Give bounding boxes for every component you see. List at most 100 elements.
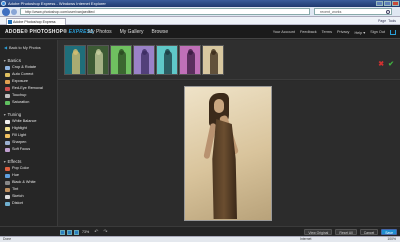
tool-label: Highlight — [12, 126, 27, 130]
tool-icon — [5, 100, 10, 105]
variation-thumbnail[interactable] — [179, 45, 201, 75]
tool-label: Touchup — [12, 93, 27, 97]
tool-item[interactable]: Sharpen — [0, 139, 58, 146]
variation-thumbnail[interactable] — [156, 45, 178, 75]
variation-thumbnail[interactable] — [133, 45, 155, 75]
tool-item[interactable]: Distort — [0, 200, 58, 207]
view-controls: 73% ↶ ↷ — [60, 229, 108, 235]
edited-photo[interactable] — [184, 86, 272, 221]
search-value: recent_works — [320, 10, 342, 14]
search-icon[interactable] — [386, 10, 390, 14]
tool-icon — [5, 119, 10, 124]
zoom-slider-icon[interactable] — [74, 229, 79, 235]
reject-icon[interactable]: ✖ — [378, 60, 384, 68]
tool-item[interactable]: Pop Color — [0, 165, 58, 172]
redo-icon[interactable]: ↷ — [103, 229, 107, 235]
thumbnail-subject — [164, 51, 172, 74]
section-header[interactable]: ▼Basics — [0, 57, 58, 64]
tool-label: Red-Eye Removal — [12, 86, 43, 90]
tool-item[interactable]: Crop & Rotate — [0, 64, 58, 71]
tool-item[interactable]: Fill Light — [0, 132, 58, 139]
sidebar-section-basics: ▼Basics Crop & Rotate Auto Correct Exposure… — [0, 57, 58, 106]
tool-item[interactable]: Hue — [0, 172, 58, 179]
help-menu[interactable]: Help ▾ — [354, 30, 365, 35]
tool-icon — [5, 79, 10, 84]
nav-my-photos[interactable]: My Photos — [88, 29, 112, 35]
tool-item[interactable]: Black & White — [0, 179, 58, 186]
tool-label: Saturation — [12, 100, 30, 104]
section-header[interactable]: ▼Effects — [0, 158, 58, 165]
variation-thumbnail[interactable] — [110, 45, 132, 75]
variation-thumbnail[interactable] — [87, 45, 109, 75]
app-header: ADOBE® PHOTOSHOP® EXPRESS My Photos My G… — [0, 25, 400, 39]
privacy-link[interactable]: Privacy — [337, 30, 349, 34]
terms-link[interactable]: Terms — [322, 30, 332, 34]
tool-label: Distort — [12, 201, 23, 205]
tool-item[interactable]: Sketch — [0, 193, 58, 200]
action-buttons: View Original Reset All Cancel Save — [304, 228, 397, 235]
ie-logo-icon — [1, 1, 6, 6]
tools-menu[interactable]: Tools — [388, 18, 396, 24]
variation-thumbnail[interactable] — [202, 45, 224, 75]
cart-icon[interactable] — [390, 29, 396, 35]
cancel-button[interactable]: Cancel — [359, 228, 379, 235]
tool-icon — [5, 86, 10, 91]
address-bar[interactable]: http://www.photoshop.com/user/vanjaedite… — [20, 8, 310, 15]
tools-sidebar: ◀ Back to My Photos ▼Basics Crop & Rotate… — [0, 40, 58, 230]
tool-item[interactable]: Red-Eye Removal — [0, 85, 58, 92]
tool-item[interactable]: White Balance — [0, 118, 58, 125]
tool-label: Hue — [12, 173, 19, 177]
thumbnail-subject — [72, 51, 80, 74]
tool-label: Crop & Rotate — [12, 65, 37, 69]
tool-item[interactable]: Highlight — [0, 125, 58, 132]
save-button[interactable]: Save — [381, 228, 397, 235]
tool-item[interactable]: Auto Correct — [0, 71, 58, 78]
account-nav: Your Account Feedback Terms Privacy Help… — [273, 29, 396, 35]
page-menu[interactable]: Page — [378, 18, 386, 24]
nav-my-gallery[interactable]: My Gallery — [120, 29, 144, 35]
tool-item[interactable]: Touchup — [0, 92, 58, 99]
tool-label: White Balance — [12, 119, 37, 123]
forward-button[interactable] — [11, 9, 17, 15]
thumbnail-subject — [95, 51, 103, 74]
accept-reject-controls: ✖ ✔ — [378, 60, 394, 68]
security-zone: Internet — [300, 237, 312, 241]
reset-all-button[interactable]: Reset All — [335, 228, 357, 235]
tool-icon — [5, 180, 10, 185]
bottom-toolbar: 73% ↶ ↷ View Original Reset All Cancel S… — [0, 226, 400, 236]
page-zoom[interactable]: 100% — [387, 237, 396, 242]
your-account-link[interactable]: Your Account — [273, 30, 295, 34]
fit-view-icon[interactable] — [60, 229, 65, 235]
section-header[interactable]: ▼Tuning — [0, 111, 58, 118]
undo-icon[interactable]: ↶ — [94, 229, 98, 235]
variation-thumbnail[interactable] — [64, 45, 86, 75]
minimize-button[interactable] — [376, 1, 383, 6]
search-input[interactable]: recent_works — [314, 8, 392, 15]
nav-browse[interactable]: Browse — [152, 29, 169, 35]
tool-label: Tint — [12, 187, 19, 191]
maximize-button[interactable] — [384, 1, 391, 6]
browser-tab-label: Adobe Photoshop Express — [13, 20, 56, 24]
tool-label: Sketch — [12, 194, 24, 198]
close-window-button[interactable] — [392, 1, 399, 6]
photo-canvas — [58, 81, 400, 226]
view-original-button[interactable]: View Original — [304, 228, 333, 235]
tool-icon — [5, 194, 10, 199]
back-button[interactable] — [2, 8, 10, 16]
tool-label: Auto Correct — [12, 72, 34, 76]
tool-icon — [5, 201, 10, 206]
browser-tab[interactable]: Adobe Photoshop Express — [6, 18, 66, 25]
tool-item[interactable]: Exposure — [0, 78, 58, 85]
feedback-link[interactable]: Feedback — [300, 30, 317, 34]
actual-size-icon[interactable] — [67, 229, 72, 235]
tool-item[interactable]: Tint — [0, 186, 58, 193]
browser-navbar: http://www.photoshop.com/user/vanjaedite… — [0, 7, 400, 17]
tool-item[interactable]: Soft Focus — [0, 146, 58, 153]
back-to-my-photos-link[interactable]: ◀ Back to My Photos — [4, 45, 41, 50]
tool-icon — [5, 173, 10, 178]
tool-label: Pop Color — [12, 166, 29, 170]
tool-icon — [5, 147, 10, 152]
sign-out-link[interactable]: Sign Out — [370, 30, 385, 34]
tool-item[interactable]: Saturation — [0, 99, 58, 106]
accept-icon[interactable]: ✔ — [388, 60, 394, 68]
